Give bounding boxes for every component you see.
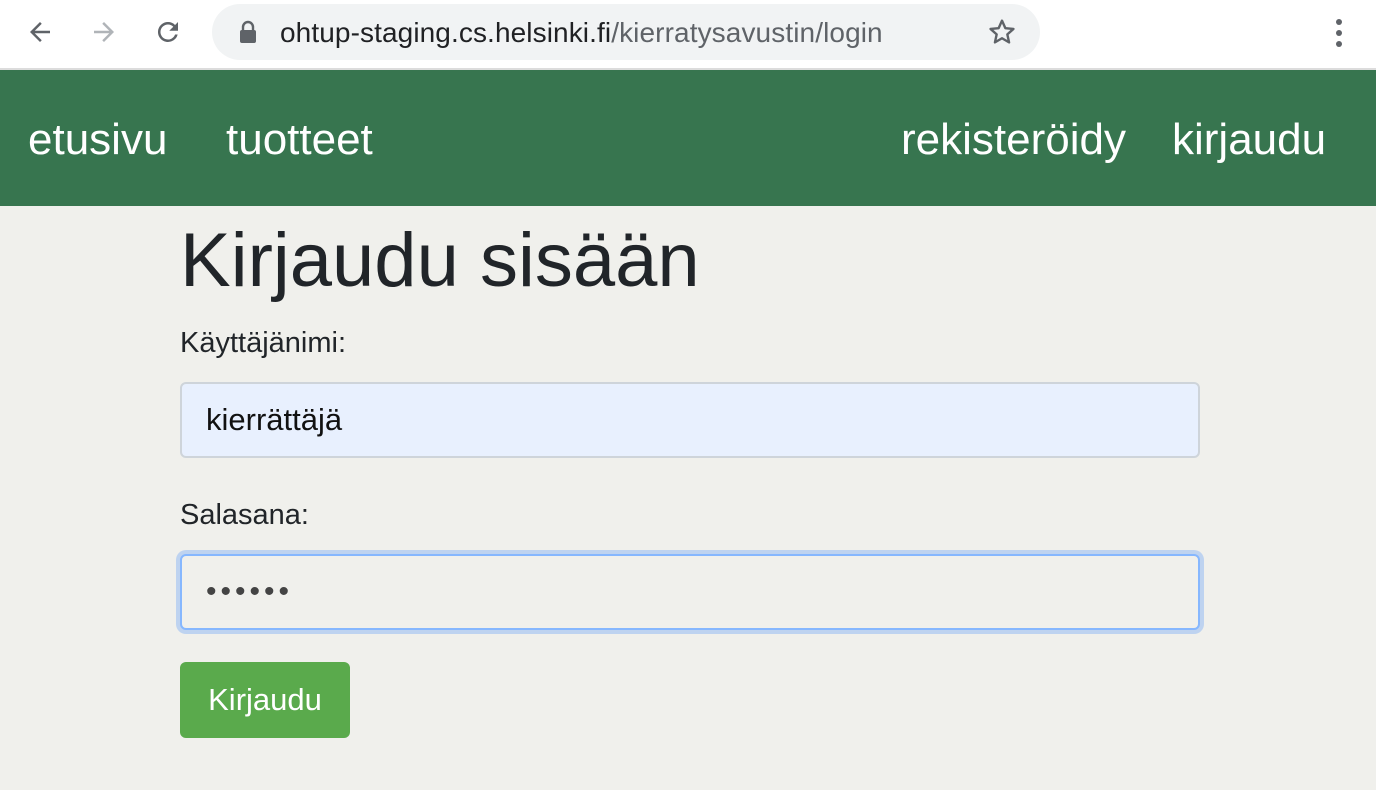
username-value: kierrättäjä bbox=[206, 402, 343, 437]
nav-link-register[interactable]: rekisteröidy bbox=[901, 114, 1126, 166]
password-value: •••••• bbox=[206, 575, 294, 608]
nav-link-home[interactable]: etusivu bbox=[28, 114, 167, 166]
url-path: /kierratysavustin/login bbox=[611, 17, 883, 48]
password-label: Salasana: bbox=[180, 499, 309, 531]
browser-toolbar: ohtup-staging.cs.helsinki.fi/kierratysav… bbox=[0, 0, 1376, 70]
site-navbar: etusivu tuotteet rekisteröidy kirjaudu bbox=[0, 70, 1376, 206]
page-title: Kirjaudu sisään bbox=[180, 218, 700, 303]
more-menu-icon[interactable] bbox=[1324, 14, 1354, 54]
password-input[interactable]: •••••• bbox=[180, 554, 1200, 630]
nav-link-products[interactable]: tuotteet bbox=[226, 114, 373, 166]
username-label: Käyttäjänimi: bbox=[180, 327, 347, 359]
username-input[interactable]: kierrättäjä bbox=[180, 382, 1200, 458]
forward-button[interactable] bbox=[84, 12, 124, 52]
arrow-left-icon bbox=[30, 22, 50, 42]
address-bar[interactable]: ohtup-staging.cs.helsinki.fi/kierratysav… bbox=[212, 4, 1040, 60]
bookmark-star-icon[interactable] bbox=[986, 16, 1018, 48]
reload-icon bbox=[157, 21, 178, 42]
arrow-right-icon bbox=[94, 22, 114, 42]
nav-link-login[interactable]: kirjaudu bbox=[1172, 114, 1326, 166]
login-submit-button[interactable]: Kirjaudu bbox=[180, 662, 350, 738]
back-button[interactable] bbox=[20, 12, 60, 52]
url-host: ohtup-staging.cs.helsinki.fi bbox=[280, 17, 612, 48]
lock-icon bbox=[240, 20, 256, 43]
reload-button[interactable] bbox=[148, 12, 188, 52]
url-text: ohtup-staging.cs.helsinki.fi/kierratysav… bbox=[280, 17, 883, 49]
